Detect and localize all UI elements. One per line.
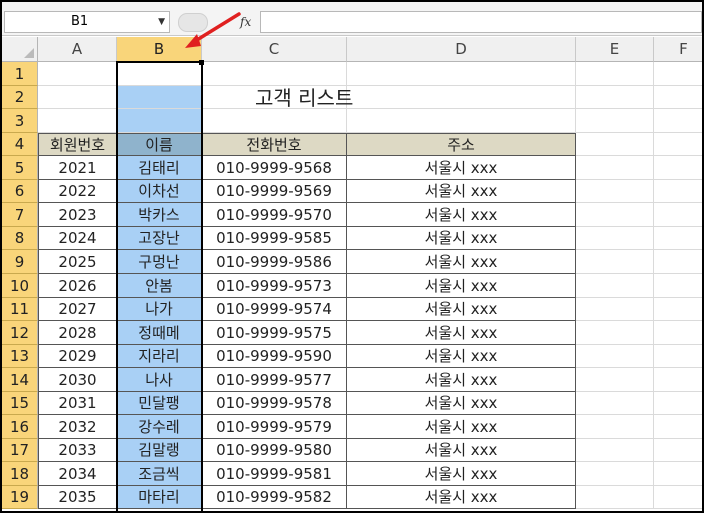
red-arrow-icon <box>185 12 241 48</box>
spreadsheet-window: B1 ▼ fx A B C D E F 1 2 3 4 회원번호 이름 전화번호 주소 5 2021 김태리 01… <box>0 0 704 513</box>
